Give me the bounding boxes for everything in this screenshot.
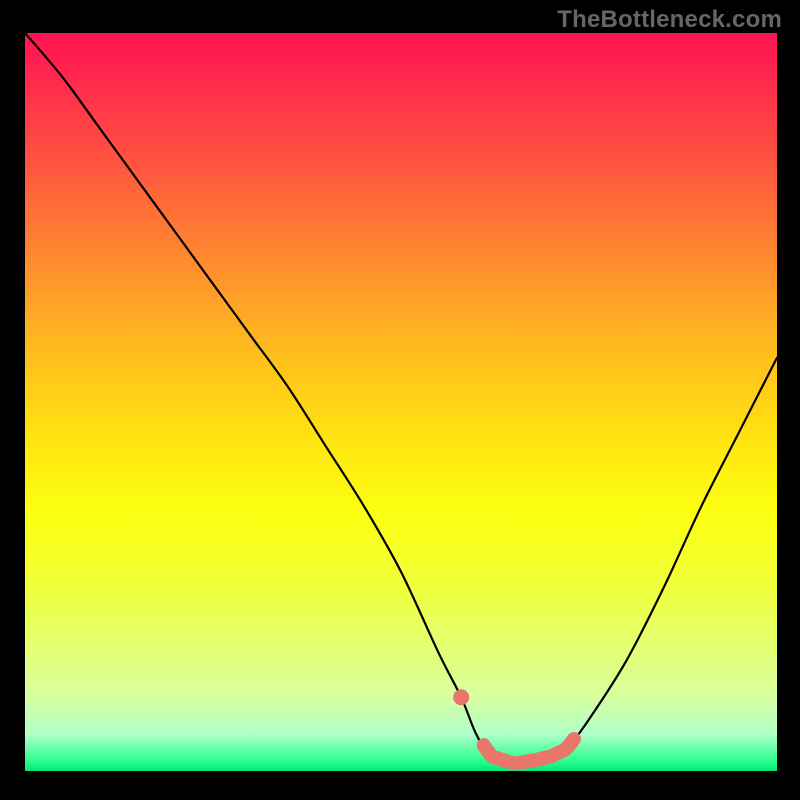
bottleneck-curve [25, 33, 777, 771]
plot-area [25, 33, 777, 771]
watermark-text: TheBottleneck.com [557, 6, 782, 34]
